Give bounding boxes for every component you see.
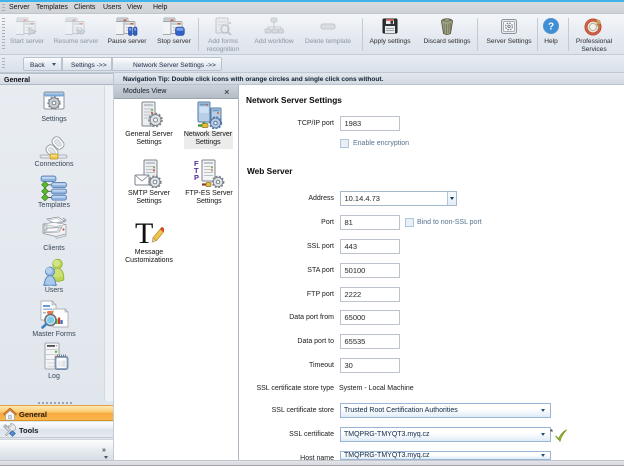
svg-text:?: ?: [548, 22, 554, 33]
svg-text:P: P: [194, 173, 199, 182]
svg-text:T: T: [135, 218, 153, 247]
